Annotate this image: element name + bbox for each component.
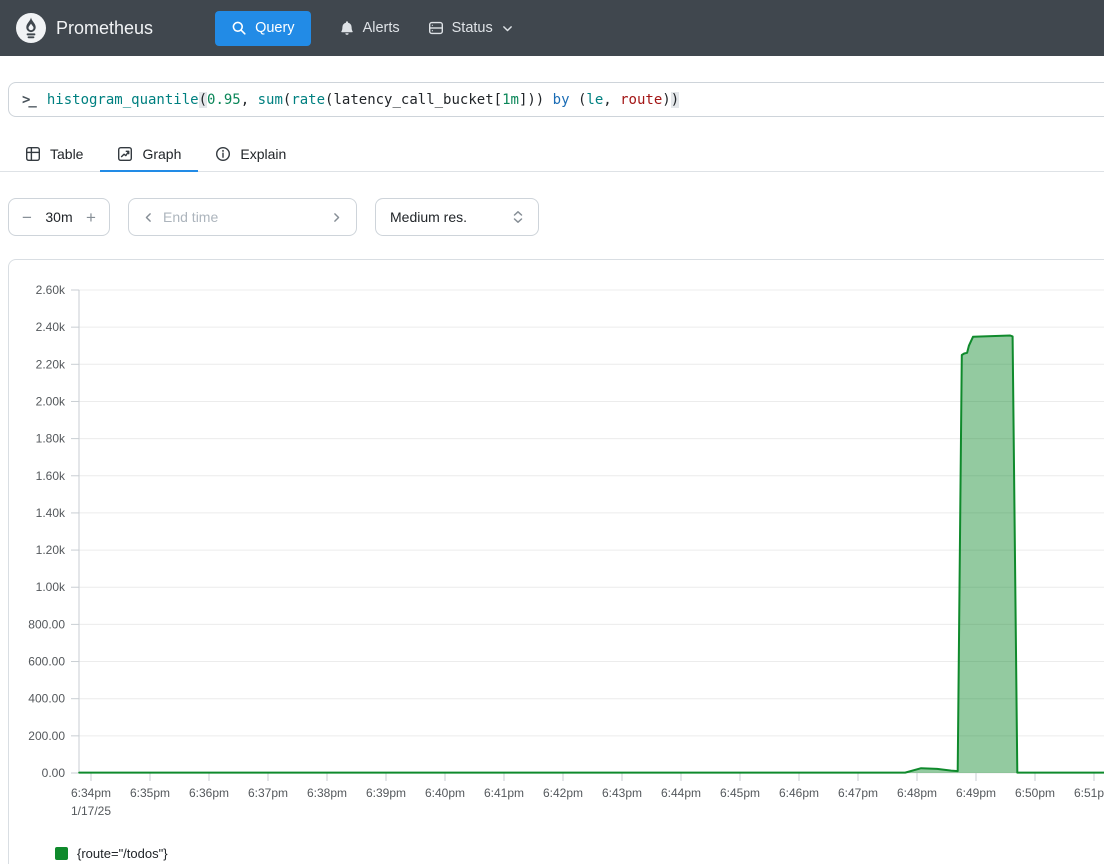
chevron-updown-icon <box>512 210 524 224</box>
svg-text:6:46pm: 6:46pm <box>779 786 819 800</box>
resolution-value: Medium res. <box>390 209 467 225</box>
tab-table[interactable]: Table <box>8 140 100 172</box>
bell-icon <box>339 20 355 36</box>
svg-text:2.00k: 2.00k <box>36 394 66 408</box>
promql-expression[interactable]: histogram_quantile(0.95, sum(rate(latenc… <box>47 92 679 108</box>
tab-explain-label: Explain <box>240 146 286 162</box>
svg-text:6:41pm: 6:41pm <box>484 786 524 800</box>
svg-text:600.00: 600.00 <box>28 655 65 669</box>
duration-value[interactable]: 30m <box>45 209 72 225</box>
chart-legend[interactable]: {route="/todos"} <box>55 846 1104 861</box>
svg-text:1.00k: 1.00k <box>36 580 66 594</box>
brand-name: Prometheus <box>56 18 153 39</box>
svg-text:6:49pm: 6:49pm <box>956 786 996 800</box>
resolution-select[interactable]: Medium res. <box>375 198 539 236</box>
search-icon <box>231 20 247 36</box>
svg-text:6:34pm: 6:34pm <box>71 786 111 800</box>
server-icon <box>428 20 444 36</box>
end-time-back-button[interactable] <box>142 211 155 224</box>
panel-tabs: Table Graph Explain <box>0 140 1104 172</box>
end-time-control <box>128 198 357 236</box>
navbar: Prometheus Query Alerts <box>0 0 1104 56</box>
svg-text:6:47pm: 6:47pm <box>838 786 878 800</box>
nav-query-button[interactable]: Query <box>215 11 311 46</box>
tab-explain[interactable]: Explain <box>198 140 303 172</box>
prometheus-logo-icon <box>16 13 46 43</box>
svg-text:800.00: 800.00 <box>28 617 65 631</box>
nav-alerts-link[interactable]: Alerts <box>339 20 400 36</box>
end-time-forward-button[interactable] <box>330 211 343 224</box>
svg-text:6:43pm: 6:43pm <box>602 786 642 800</box>
svg-text:1.40k: 1.40k <box>36 506 66 520</box>
svg-text:2.60k: 2.60k <box>36 283 66 297</box>
graph-icon <box>117 146 133 162</box>
tab-graph-label: Graph <box>142 146 181 162</box>
svg-text:1.60k: 1.60k <box>36 469 66 483</box>
svg-text:400.00: 400.00 <box>28 692 65 706</box>
legend-swatch[interactable] <box>55 847 68 860</box>
svg-text:6:35pm: 6:35pm <box>130 786 170 800</box>
legend-label[interactable]: {route="/todos"} <box>77 846 168 861</box>
console-prompt-icon: >_ <box>22 92 35 108</box>
svg-text:1.80k: 1.80k <box>36 432 66 446</box>
tab-table-label: Table <box>50 146 83 162</box>
prometheus-brand[interactable]: Prometheus <box>16 13 153 43</box>
svg-text:6:36pm: 6:36pm <box>189 786 229 800</box>
nav-status-label: Status <box>452 20 493 36</box>
svg-text:1/17/25: 1/17/25 <box>71 804 111 818</box>
svg-text:6:42pm: 6:42pm <box>543 786 583 800</box>
svg-text:6:38pm: 6:38pm <box>307 786 347 800</box>
svg-text:0.00: 0.00 <box>42 766 66 780</box>
end-time-input[interactable] <box>163 209 322 225</box>
svg-text:6:45pm: 6:45pm <box>720 786 760 800</box>
nav-alerts-label: Alerts <box>363 20 400 36</box>
nav-status-dropdown[interactable]: Status <box>428 20 514 36</box>
duration-increase-button[interactable]: + <box>86 209 96 226</box>
nav-query-label: Query <box>255 20 295 36</box>
svg-text:2.20k: 2.20k <box>36 357 66 371</box>
svg-text:6:51pm: 6:51pm <box>1074 786 1104 800</box>
time-series-chart[interactable]: 0.00 200.00 400.00 600.00 800.00 1.00k 1.20k 1.… <box>9 260 1104 822</box>
info-icon <box>215 146 231 162</box>
graph-controls: − 30m + Medium res. <box>8 198 1104 236</box>
svg-text:6:39pm: 6:39pm <box>366 786 406 800</box>
table-icon <box>25 146 41 162</box>
duration-decrease-button[interactable]: − <box>22 209 32 226</box>
svg-text:6:44pm: 6:44pm <box>661 786 701 800</box>
nav-items: Query Alerts Status <box>215 11 514 46</box>
graph-panel: 0.00 200.00 400.00 600.00 800.00 1.00k 1.20k 1.… <box>8 259 1104 864</box>
svg-text:1.20k: 1.20k <box>36 543 66 557</box>
query-row: >_ histogram_quantile(0.95, sum(rate(lat… <box>8 82 1104 117</box>
svg-text:6:48pm: 6:48pm <box>897 786 937 800</box>
svg-text:2.40k: 2.40k <box>36 320 66 334</box>
svg-text:6:37pm: 6:37pm <box>248 786 288 800</box>
svg-text:6:50pm: 6:50pm <box>1015 786 1055 800</box>
chevron-down-icon <box>501 22 514 35</box>
svg-text:200.00: 200.00 <box>28 729 65 743</box>
svg-text:6:40pm: 6:40pm <box>425 786 465 800</box>
duration-control: − 30m + <box>8 198 110 236</box>
tab-graph[interactable]: Graph <box>100 140 198 172</box>
expression-input[interactable]: >_ histogram_quantile(0.95, sum(rate(lat… <box>8 82 1104 117</box>
